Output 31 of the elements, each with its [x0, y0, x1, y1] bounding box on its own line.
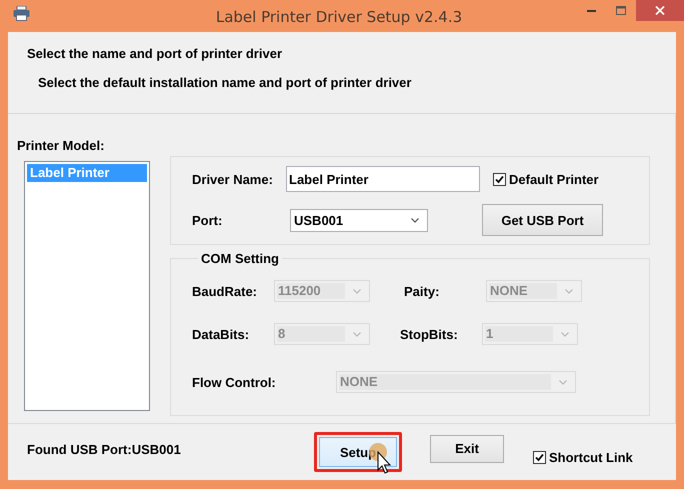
driver-name-label: Driver Name: — [192, 172, 273, 186]
chevron-icon — [559, 380, 567, 384]
checkbox[interactable] — [493, 172, 506, 186]
subheading: Select the default installation name and port of printer driver — [38, 75, 412, 90]
field-label: Flow Control: — [192, 374, 277, 390]
maximize-icon[interactable] — [616, 6, 626, 15]
com-setting-title: COM Setting — [200, 251, 280, 266]
chevron-icon — [411, 218, 419, 222]
close-icon[interactable] — [655, 6, 665, 15]
dropdown[interactable]: USB001 — [290, 208, 428, 232]
printer-icon — [13, 6, 30, 21]
get-usb-port-button[interactable]: Get USB Port — [482, 204, 603, 236]
status-text: Found USB Port:USB001 — [27, 442, 182, 456]
field-label: StopBits: — [400, 326, 459, 342]
printer-model-label: Printer Model: — [17, 138, 106, 153]
shortcut-link-label[interactable]: Shortcut Link — [549, 450, 633, 464]
chevron-icon — [565, 288, 573, 294]
chevron-icon — [561, 332, 569, 336]
heading: Select the name and port of printer driver — [27, 46, 283, 61]
dialog-button[interactable]: Exit — [430, 434, 504, 462]
minimize-icon[interactable] — [586, 9, 596, 12]
window-title: Label Printer Driver Setup v2.4.3 — [214, 8, 464, 26]
port-label: Port: — [192, 212, 224, 228]
checkbox[interactable] — [533, 450, 546, 464]
chevron-icon — [353, 332, 361, 336]
field-label: BaudRate: — [192, 284, 258, 298]
default-printer-label[interactable]: Default Printer — [509, 172, 599, 186]
driver-name-field[interactable]: Label Printer — [286, 166, 480, 192]
chevron-icon — [353, 288, 361, 294]
field-label: DataBits: — [192, 326, 250, 342]
field-label: Paity: — [404, 284, 440, 298]
